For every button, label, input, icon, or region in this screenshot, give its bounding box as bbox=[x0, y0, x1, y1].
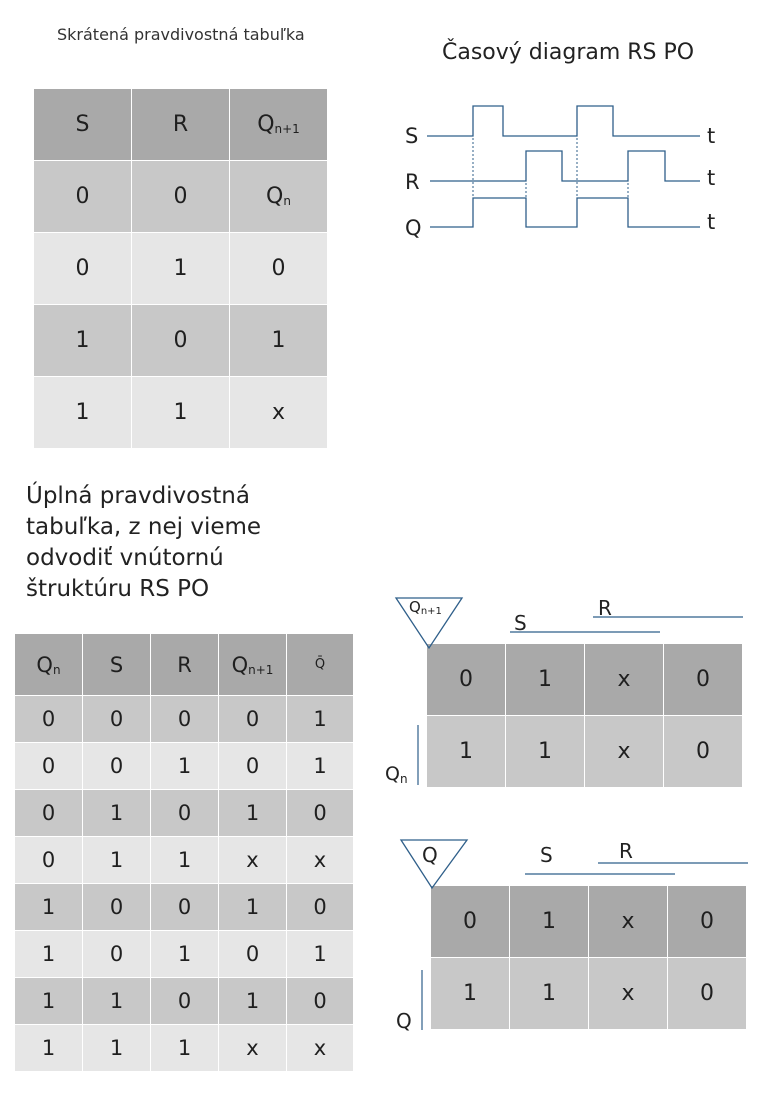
signal-label-s: S bbox=[405, 124, 418, 148]
kmap2-row-var: Q bbox=[396, 1009, 412, 1033]
waveform-q bbox=[430, 197, 700, 228]
time-label-q: t bbox=[707, 210, 715, 234]
waveform-r bbox=[430, 150, 700, 182]
time-label-s: t bbox=[707, 124, 715, 148]
kmap1-row-var: Qn bbox=[385, 763, 408, 786]
timing-dashed-guides bbox=[472, 106, 629, 227]
diagram-overlay: S R Q t t t Qn+1 S R Qn Q S R Q bbox=[385, 105, 748, 1033]
kmap2-col-var-s: S bbox=[540, 843, 553, 867]
kmap2-col-var-r: R bbox=[619, 839, 633, 863]
waveform-s bbox=[427, 105, 700, 137]
kmap2-corner-label: Q bbox=[422, 843, 438, 867]
signal-label-r: R bbox=[405, 170, 420, 194]
signal-label-q: Q bbox=[405, 216, 422, 240]
time-label-r: t bbox=[707, 166, 715, 190]
kmap1-corner-label: Qn+1 bbox=[409, 598, 442, 617]
